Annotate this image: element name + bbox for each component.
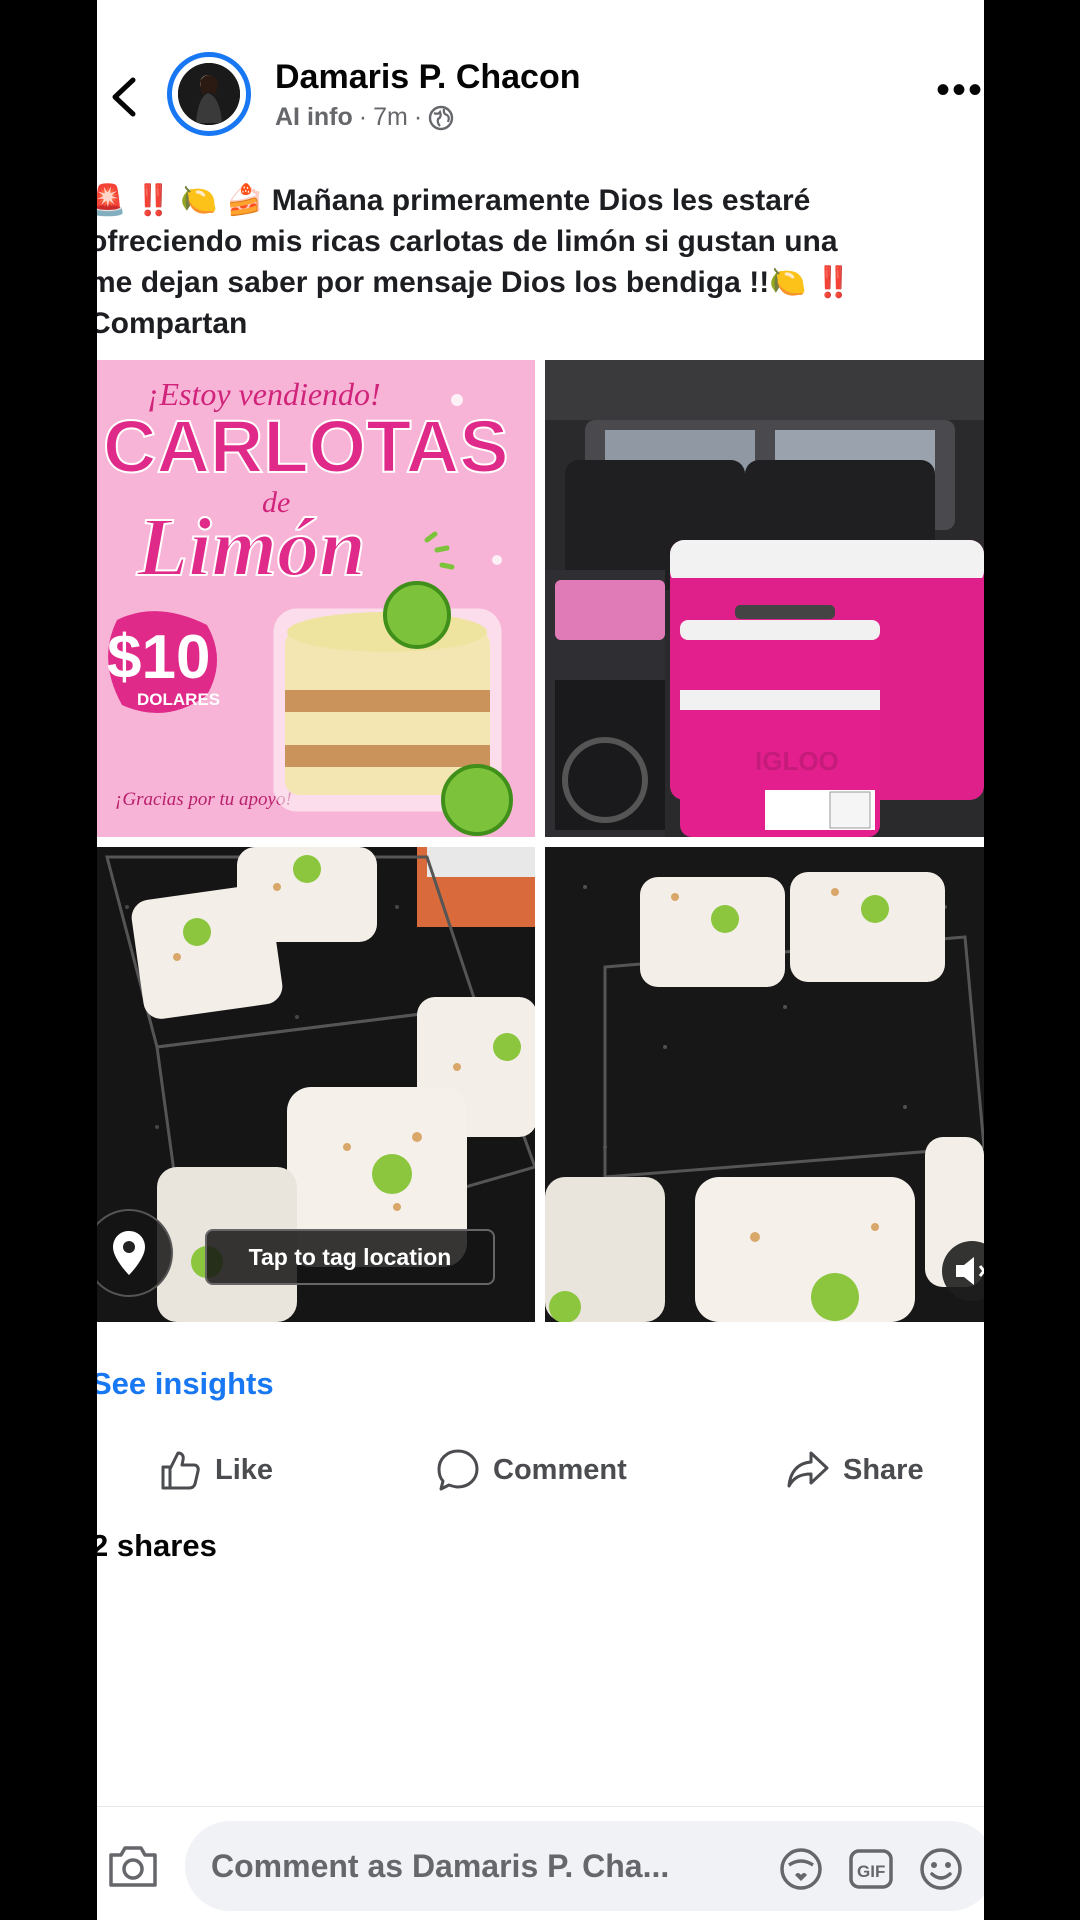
ai-info-link[interactable]: AI info bbox=[275, 103, 353, 132]
meta-dot: · bbox=[358, 103, 368, 131]
like-button[interactable]: Like bbox=[157, 1440, 273, 1500]
cooler-brand: IGLOO bbox=[755, 746, 839, 776]
comment-label: Comment bbox=[493, 1453, 627, 1486]
comment-composer: Comment as Damaris P. Cha... GIF bbox=[97, 1806, 984, 1920]
gif-icon[interactable]: GIF bbox=[847, 1845, 895, 1893]
flyer-photo[interactable]: ¡Estoy vendiendo! CARLOTAS de Limón $10 … bbox=[97, 360, 535, 837]
shares-count[interactable]: 2 shares bbox=[97, 1528, 217, 1564]
post-header: Damaris P. Chacon AI info · 7m · ••• bbox=[97, 0, 984, 170]
comment-input[interactable]: Comment as Damaris P. Cha... GIF bbox=[185, 1821, 984, 1911]
avatar-photo bbox=[178, 63, 240, 125]
flyer-thanks: ¡Gracias por tu apoyo! bbox=[115, 789, 292, 810]
flyer-currency: DOLARES bbox=[137, 690, 220, 709]
post-meta: AI info · 7m · bbox=[275, 103, 454, 132]
author-name[interactable]: Damaris P. Chacon bbox=[275, 58, 581, 97]
caption-line-1: 🚨 ‼️ 🍋 🍰 Mañana primeramente Dios les es… bbox=[97, 184, 811, 217]
comment-button[interactable]: Comment bbox=[435, 1440, 627, 1500]
composer-icons: GIF bbox=[777, 1845, 965, 1893]
avatar[interactable] bbox=[167, 52, 251, 136]
caption-line-4: Compartan bbox=[97, 307, 248, 340]
post-actions-bar: Like Comment Share bbox=[97, 1440, 984, 1500]
carlotas-tray-photo-1[interactable]: Tap to tag location bbox=[97, 847, 535, 1322]
location-pin-button[interactable] bbox=[97, 1209, 173, 1297]
post-time: 7m bbox=[373, 103, 408, 131]
post-caption: 🚨 ‼️ 🍋 🍰 Mañana primeramente Dios les es… bbox=[97, 180, 969, 344]
meta-dot: · bbox=[413, 103, 423, 131]
caption-line-3-wrap: me dejan saber por mensaje Dios los bend… bbox=[97, 262, 969, 303]
double-exclamation-icon: ‼️ bbox=[814, 266, 853, 299]
lime-emoji-icon: 🍋 bbox=[769, 266, 807, 299]
more-options-icon[interactable]: ••• bbox=[936, 70, 984, 110]
caption-line-2: ofreciendo mis ricas carlotas de limón s… bbox=[97, 225, 838, 258]
post-page: Damaris P. Chacon AI info · 7m · ••• 🚨 ‼… bbox=[97, 0, 984, 1920]
camera-icon[interactable] bbox=[107, 1843, 159, 1889]
comment-bubble-icon bbox=[437, 1449, 479, 1491]
mute-button[interactable] bbox=[942, 1241, 984, 1301]
like-label: Like bbox=[215, 1453, 274, 1486]
cooler-photo[interactable]: IGLOO bbox=[545, 360, 984, 837]
thumbs-up-icon bbox=[161, 1451, 200, 1490]
flyer-price: $10 bbox=[107, 623, 210, 692]
share-button[interactable]: Share bbox=[785, 1440, 924, 1500]
location-pin-icon bbox=[113, 1231, 145, 1275]
emoji-icon[interactable] bbox=[917, 1845, 965, 1893]
speaker-muted-icon bbox=[956, 1257, 984, 1285]
globe-icon bbox=[428, 105, 454, 130]
avatar-sticker-icon[interactable] bbox=[777, 1845, 825, 1893]
photo-grid: ¡Estoy vendiendo! CARLOTAS de Limón $10 … bbox=[97, 360, 984, 1322]
caption-line-3: me dejan saber por mensaje Dios los bend… bbox=[97, 266, 770, 299]
see-insights-link[interactable]: See insights bbox=[97, 1366, 274, 1402]
gif-label: GIF bbox=[857, 1862, 885, 1881]
share-arrow-icon bbox=[787, 1451, 829, 1488]
tag-location-button[interactable]: Tap to tag location bbox=[205, 1229, 495, 1285]
comment-placeholder: Comment as Damaris P. Cha... bbox=[211, 1848, 670, 1884]
flyer-title-carlotas: CARLOTAS bbox=[103, 405, 509, 488]
back-arrow-icon[interactable] bbox=[105, 72, 145, 122]
share-label: Share bbox=[843, 1453, 924, 1486]
carlotas-tray-photo-2[interactable] bbox=[545, 847, 984, 1322]
flyer-title-limon: Limón bbox=[136, 501, 366, 594]
